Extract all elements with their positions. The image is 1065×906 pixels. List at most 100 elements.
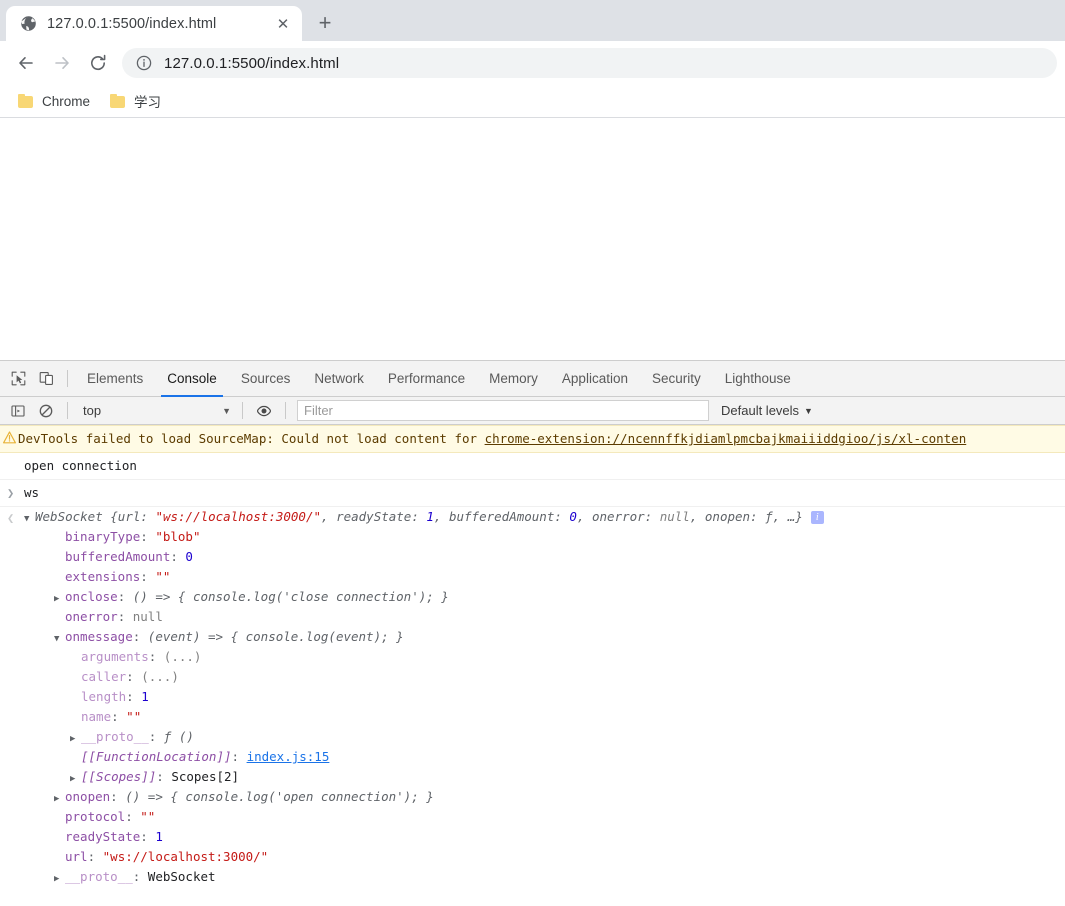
disclosure-triangle-icon[interactable]: ▶ <box>70 729 81 749</box>
object-property-row: ▶extensions: "" <box>24 567 1065 587</box>
property-separator: : <box>140 829 156 844</box>
object-property-row[interactable]: ▶ __proto__: WebSocket <box>24 867 1065 887</box>
property-name: __proto__ <box>65 869 133 884</box>
devtools-tabbar: Elements Console Sources Network Perform… <box>0 361 1065 397</box>
page-viewport <box>0 118 1065 360</box>
property-value: "blob" <box>155 529 201 544</box>
console-object-result[interactable]: ❮ ▼ WebSocket {url: "ws://localhost:3000/… <box>0 507 1065 889</box>
browser-tab[interactable]: 127.0.0.1:5500/index.html ✕ <box>6 6 302 41</box>
tab-console[interactable]: Console <box>155 361 229 397</box>
devtools-panel: Elements Console Sources Network Perform… <box>0 360 1065 894</box>
property-value: () => { console.log('open connection'); … <box>125 789 434 804</box>
property-separator: : <box>111 709 127 724</box>
property-value: () => { console.log('close connection');… <box>132 589 449 604</box>
tab-security[interactable]: Security <box>640 361 713 397</box>
preview-tail: , …} <box>772 509 803 524</box>
info-circle-icon[interactable] <box>134 53 154 73</box>
property-value: 1 <box>141 689 149 704</box>
object-property-row[interactable]: ▶ onopen: () => { console.log('open conne… <box>24 787 1065 807</box>
property-separator: : <box>126 669 142 684</box>
object-header-row[interactable]: ▼ WebSocket {url: "ws://localhost:3000/",… <box>24 507 1065 527</box>
object-property-row: ▶length: 1 <box>24 687 1065 707</box>
console-output[interactable]: DevTools failed to load SourceMap: Could… <box>0 425 1065 894</box>
preview-sep: , <box>576 509 592 524</box>
sourcemap-link[interactable]: chrome-extension://ncennffkjdiamlpmcbajk… <box>485 431 967 446</box>
preview-buffered-key: bufferedAmount: <box>448 509 570 524</box>
tab-lighthouse[interactable]: Lighthouse <box>713 361 803 397</box>
object-property-row: ▶onerror: null <box>24 607 1065 627</box>
object-property-row[interactable]: ▶ onclose: () => { console.log('close con… <box>24 587 1065 607</box>
row-spacer: ▶ <box>54 829 65 849</box>
back-button[interactable] <box>8 45 44 81</box>
property-separator: : <box>87 849 103 864</box>
reload-button[interactable] <box>80 45 116 81</box>
console-input-expression: ws <box>24 485 40 500</box>
execution-context-select[interactable]: top ▼ <box>75 400 235 421</box>
live-expression-icon[interactable] <box>250 397 278 425</box>
log-levels-dropdown[interactable]: Default levels ▼ <box>713 400 821 421</box>
tab-network[interactable]: Network <box>302 361 376 397</box>
property-separator: : <box>148 729 164 744</box>
tab-title: 127.0.0.1:5500/index.html <box>47 15 217 32</box>
divider <box>285 402 286 419</box>
property-value[interactable]: index.js:15 <box>247 749 330 764</box>
address-bar[interactable]: 127.0.0.1:5500/index.html <box>122 48 1057 78</box>
disclosure-triangle-icon[interactable]: ▶ <box>54 789 65 809</box>
property-name: __proto__ <box>81 729 149 744</box>
divider <box>67 402 68 419</box>
preview-sep: , <box>433 509 449 524</box>
bookmark-chrome[interactable]: Chrome <box>10 89 98 113</box>
property-name: [[Scopes]] <box>81 769 157 784</box>
property-value: (...) <box>163 649 202 664</box>
property-name: onopen <box>65 789 111 804</box>
object-property-rows: ▶binaryType: "blob"▶bufferedAmount: 0▶ex… <box>24 527 1065 887</box>
property-separator: : <box>140 569 156 584</box>
console-sidebar-icon[interactable] <box>4 397 32 425</box>
forward-button[interactable] <box>44 45 80 81</box>
preview-buffered-value: 0 <box>569 509 577 524</box>
object-property-row[interactable]: ▶ [[Scopes]]: Scopes[2] <box>24 767 1065 787</box>
disclosure-triangle-icon[interactable]: ▶ <box>70 769 81 789</box>
property-name: bufferedAmount <box>65 549 171 564</box>
tab-sources[interactable]: Sources <box>229 361 303 397</box>
browser-window: 127.0.0.1:5500/index.html ✕ + 127.0.0.1:… <box>0 0 1065 894</box>
object-property-row: ▶[[FunctionLocation]]: index.js:15 <box>24 747 1065 767</box>
address-bar-url: 127.0.0.1:5500/index.html <box>164 54 340 72</box>
object-property-row: ▶caller: (...) <box>24 667 1065 687</box>
property-separator: : <box>117 589 133 604</box>
globe-icon <box>20 15 37 32</box>
property-separator: : <box>140 529 156 544</box>
property-name: onclose <box>65 589 118 604</box>
tab-performance[interactable]: Performance <box>376 361 477 397</box>
device-toolbar-icon[interactable] <box>32 365 60 393</box>
filter-input[interactable]: Filter <box>297 400 709 421</box>
property-separator: : <box>126 689 142 704</box>
console-warning-message[interactable]: DevTools failed to load SourceMap: Could… <box>0 425 1065 453</box>
tab-memory[interactable]: Memory <box>477 361 550 397</box>
log-levels-label: Default levels <box>721 403 800 418</box>
property-value: 0 <box>185 549 193 564</box>
disclosure-triangle-icon[interactable]: ▼ <box>54 629 65 649</box>
clear-console-icon[interactable] <box>32 397 60 425</box>
close-icon[interactable]: ✕ <box>272 13 294 35</box>
console-log-message: open connection <box>0 453 1065 480</box>
property-separator: : <box>231 749 247 764</box>
preview-url-value: "ws://localhost:3000/" <box>155 509 322 524</box>
info-badge-icon[interactable]: i <box>810 511 824 524</box>
object-property-row[interactable]: ▶ __proto__: ƒ () <box>24 727 1065 747</box>
filter-placeholder: Filter <box>304 403 333 418</box>
object-property-row[interactable]: ▼ onmessage: (event) => { console.log(eve… <box>24 627 1065 647</box>
new-tab-button[interactable]: + <box>308 6 342 40</box>
browser-toolbar: 127.0.0.1:5500/index.html <box>0 41 1065 85</box>
bookmark-xuexi[interactable]: 学习 <box>102 89 169 113</box>
disclosure-triangle-icon[interactable]: ▶ <box>54 589 65 609</box>
row-spacer: ▶ <box>54 609 65 629</box>
row-spacer: ▶ <box>70 749 81 769</box>
inspect-element-icon[interactable] <box>4 365 32 393</box>
disclosure-triangle-icon[interactable]: ▶ <box>54 869 65 889</box>
tab-application[interactable]: Application <box>550 361 640 397</box>
bookmarks-bar: Chrome 学习 <box>0 85 1065 118</box>
disclosure-triangle-icon[interactable]: ▼ <box>24 509 35 529</box>
tab-elements[interactable]: Elements <box>75 361 155 397</box>
property-separator: : <box>132 629 148 644</box>
